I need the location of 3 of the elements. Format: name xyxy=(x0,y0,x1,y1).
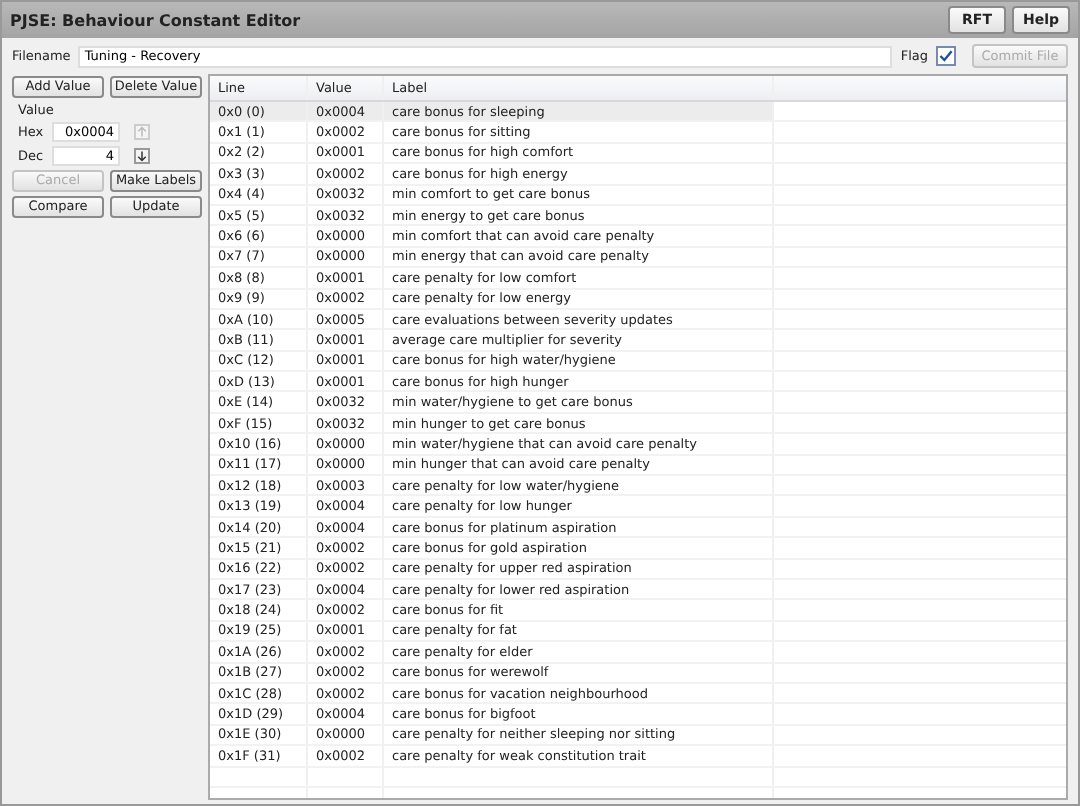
down-arrow-button[interactable] xyxy=(134,148,150,164)
flag-checkbox[interactable] xyxy=(936,46,956,66)
window-title: PJSE: Behaviour Constant Editor xyxy=(10,11,301,29)
